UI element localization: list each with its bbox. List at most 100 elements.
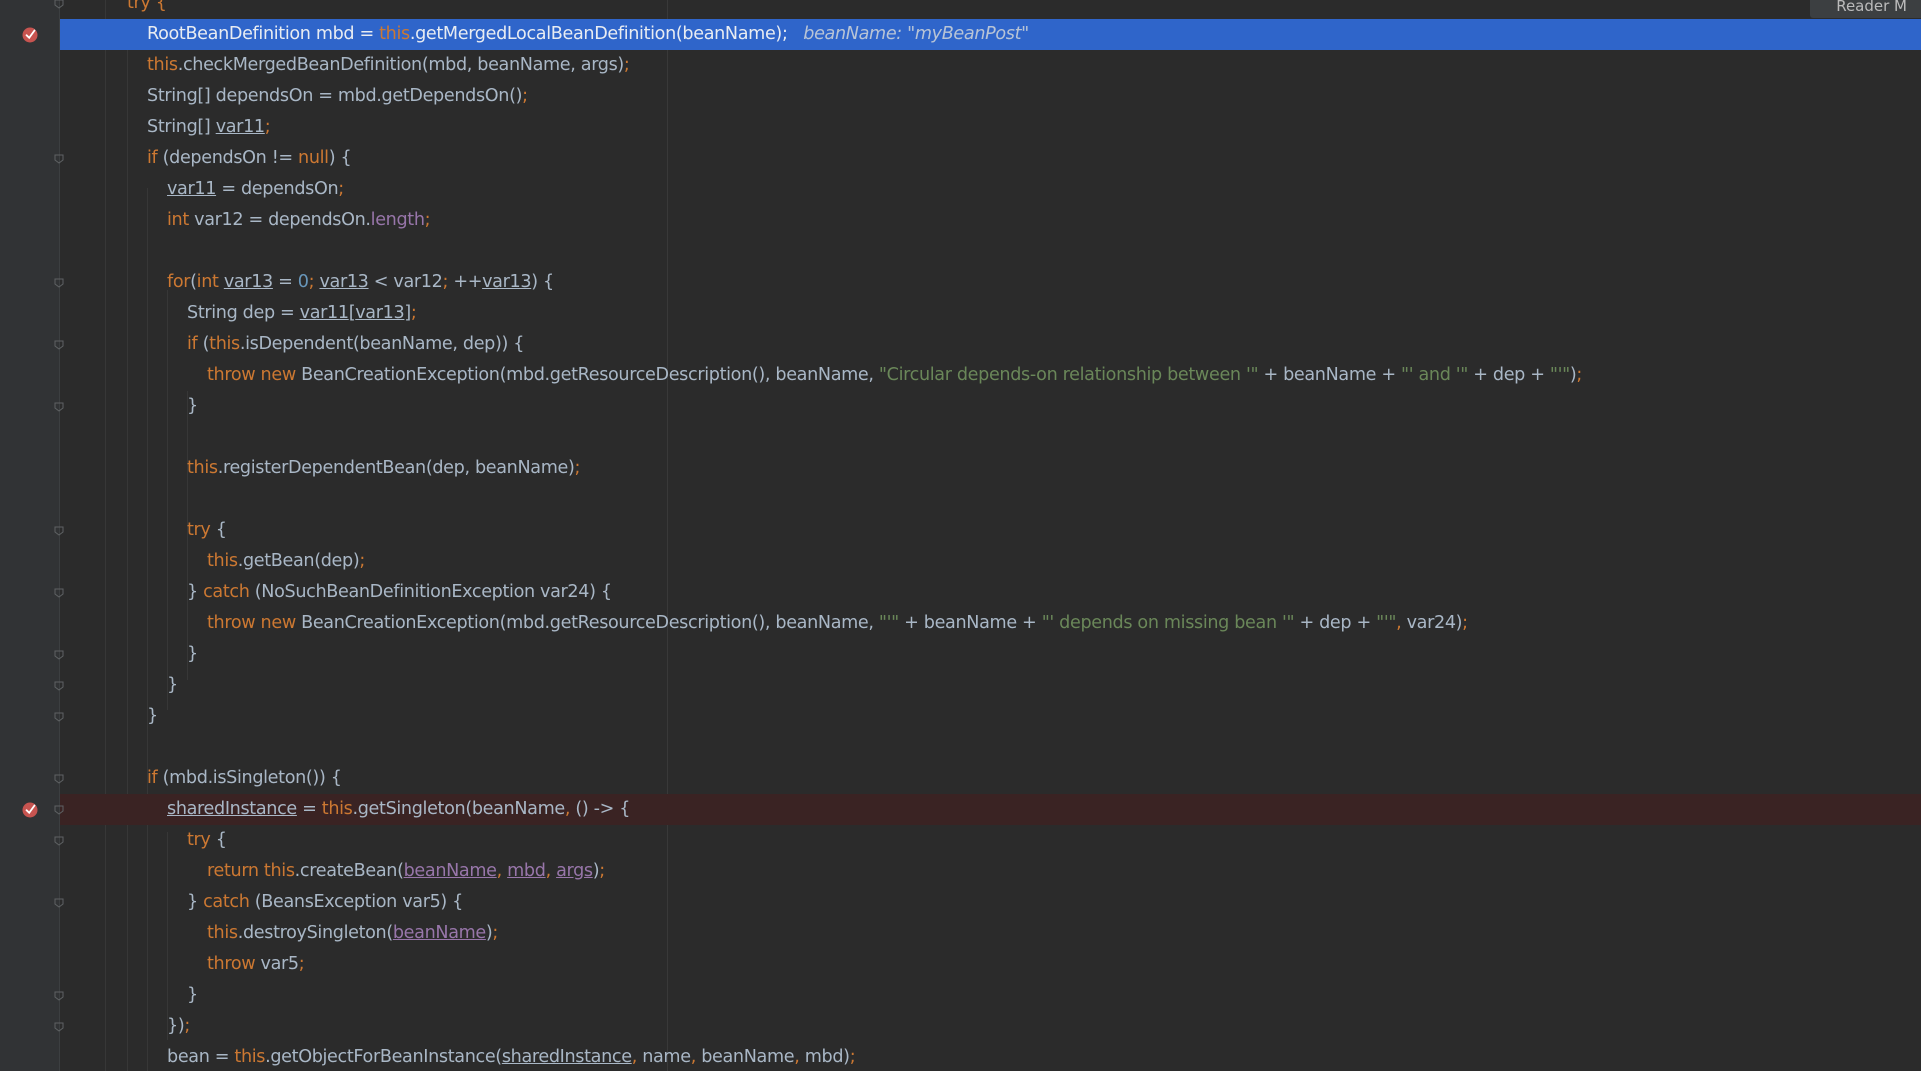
code-line[interactable]: }); [60,1011,1921,1042]
code-text: this.registerDependentBean(dep, beanName… [187,453,580,484]
code-line[interactable]: } [60,639,1921,670]
code-token: catch [203,892,255,912]
code-line[interactable] [60,732,1921,763]
code-editor[interactable]: try {RootBeanDefinition mbd = this.getMe… [0,0,1921,1071]
fold-toggle-icon[interactable] [54,1022,64,1032]
code-line[interactable]: } catch (BeansException var5) { [60,887,1921,918]
code-token: var13 [319,272,369,292]
code-line[interactable] [60,236,1921,267]
code-line[interactable]: if (this.isDependent(beanName, dep)) { [60,329,1921,360]
code-line[interactable]: bean = this.getObjectForBeanInstance(sha… [60,1042,1921,1071]
code-token: ; [1576,365,1582,385]
fold-toggle-icon[interactable] [54,774,64,784]
fold-toggle-icon[interactable] [54,154,64,164]
fold-toggle-icon[interactable] [54,650,64,660]
code-line[interactable]: String dep = var11[var13]; [60,298,1921,329]
code-line[interactable]: for(int var13 = 0; var13 < var12; ++var1… [60,267,1921,298]
code-text: var11 = dependsOn; [167,174,344,205]
code-token: int [167,210,195,230]
fold-toggle-icon[interactable] [54,0,64,9]
code-text: throw new BeanCreationException(mbd.getR… [207,360,1582,391]
code-token: = [296,799,322,819]
code-line[interactable]: return this.createBean(beanName, mbd, ar… [60,856,1921,887]
execution-point-line[interactable]: RootBeanDefinition mbd = this.getMergedL… [60,19,1921,50]
fold-toggle-icon[interactable] [54,836,64,846]
code-token: .getMergedLocalBeanDefinition(beanName); [409,24,788,44]
code-token: + beanName + [898,613,1042,633]
code-line[interactable]: } [60,391,1921,422]
breakpoint-verified-icon[interactable] [21,800,39,818]
code-token: } [147,706,158,726]
code-line[interactable]: } [60,701,1921,732]
code-token: , [564,799,576,819]
code-token: .createBean( [294,861,404,881]
code-token: } [187,396,198,416]
fold-toggle-icon[interactable] [54,278,64,288]
code-token: BeanCreationException(mbd.getResourceDes… [301,613,879,633]
code-line[interactable]: throw new BeanCreationException(mbd.getR… [60,360,1921,391]
code-line[interactable]: if (mbd.isSingleton()) { [60,763,1921,794]
code-line[interactable]: } catch (NoSuchBeanDefinitionException v… [60,577,1921,608]
code-token: var13 [355,303,405,323]
fold-toggle-icon[interactable] [54,340,64,350]
fold-toggle-icon[interactable] [54,681,64,691]
code-line[interactable] [60,484,1921,515]
code-line[interactable]: try { [60,825,1921,856]
breakpoint-verified-icon[interactable] [21,25,39,43]
code-token: < var12 [368,272,443,292]
code-line[interactable]: } [60,980,1921,1011]
code-line[interactable] [60,422,1921,453]
editor-gutter[interactable] [0,0,60,1071]
code-token: ; [599,861,605,881]
code-line[interactable]: } [60,670,1921,701]
code-line[interactable]: this.destroySingleton(beanName); [60,918,1921,949]
reader-mode-label: Reader M [1836,0,1907,15]
code-token: this [321,799,353,819]
fold-toggle-icon[interactable] [54,402,64,412]
fold-toggle-icon[interactable] [54,712,64,722]
fold-toggle-icon[interactable] [54,898,64,908]
code-token: , [631,1047,643,1067]
code-text: } catch (NoSuchBeanDefinitionException v… [187,577,612,608]
code-token: ; [298,954,305,974]
fold-toggle-icon[interactable] [54,805,64,815]
code-line[interactable]: this.checkMergedBeanDefinition(mbd, bean… [60,50,1921,81]
code-token: RootBeanDefinition mbd = [147,24,380,44]
code-token: try { [127,0,167,13]
code-text: String[] dependsOn = mbd.getDependsOn(); [147,81,528,112]
code-text: this.checkMergedBeanDefinition(mbd, bean… [147,50,630,81]
code-token: throw [207,954,261,974]
code-token: this [207,551,238,571]
code-token: { [215,520,227,540]
code-line[interactable]: this.registerDependentBean(dep, beanName… [60,453,1921,484]
code-token: , [690,1047,702,1067]
code-token: name [642,1047,691,1067]
code-line[interactable]: try { [60,0,1921,19]
code-token: sharedInstance [501,1047,632,1067]
reader-mode-toggle[interactable]: Reader M [1810,0,1921,18]
code-token: } [187,644,198,664]
code-line[interactable]: throw new BeanCreationException(mbd.getR… [60,608,1921,639]
code-token: .getBean(dep) [237,551,360,571]
code-line[interactable]: throw var5; [60,949,1921,980]
fold-toggle-icon[interactable] [54,526,64,536]
code-token: ; [410,303,417,323]
code-text: throw var5; [207,949,305,980]
code-line[interactable]: if (dependsOn != null) { [60,143,1921,174]
code-line[interactable]: int var12 = dependsOn.length; [60,205,1921,236]
code-token: if [147,148,163,168]
code-line[interactable]: String[] var11; [60,112,1921,143]
code-token: 0 [297,272,309,292]
code-token: ; [522,86,528,106]
code-line[interactable]: this.getBean(dep); [60,546,1921,577]
code-token: (BeansException var5) { [254,892,464,912]
code-line[interactable]: String[] dependsOn = mbd.getDependsOn(); [60,81,1921,112]
code-token: ; [574,458,581,478]
code-text: try { [187,825,227,856]
fold-toggle-icon[interactable] [54,588,64,598]
code-line[interactable]: try { [60,515,1921,546]
breakpoint-line[interactable]: sharedInstance = this.getSingleton(beanN… [60,794,1921,825]
fold-toggle-icon[interactable] [54,991,64,1001]
code-token: ; [849,1047,856,1067]
code-line[interactable]: var11 = dependsOn; [60,174,1921,205]
